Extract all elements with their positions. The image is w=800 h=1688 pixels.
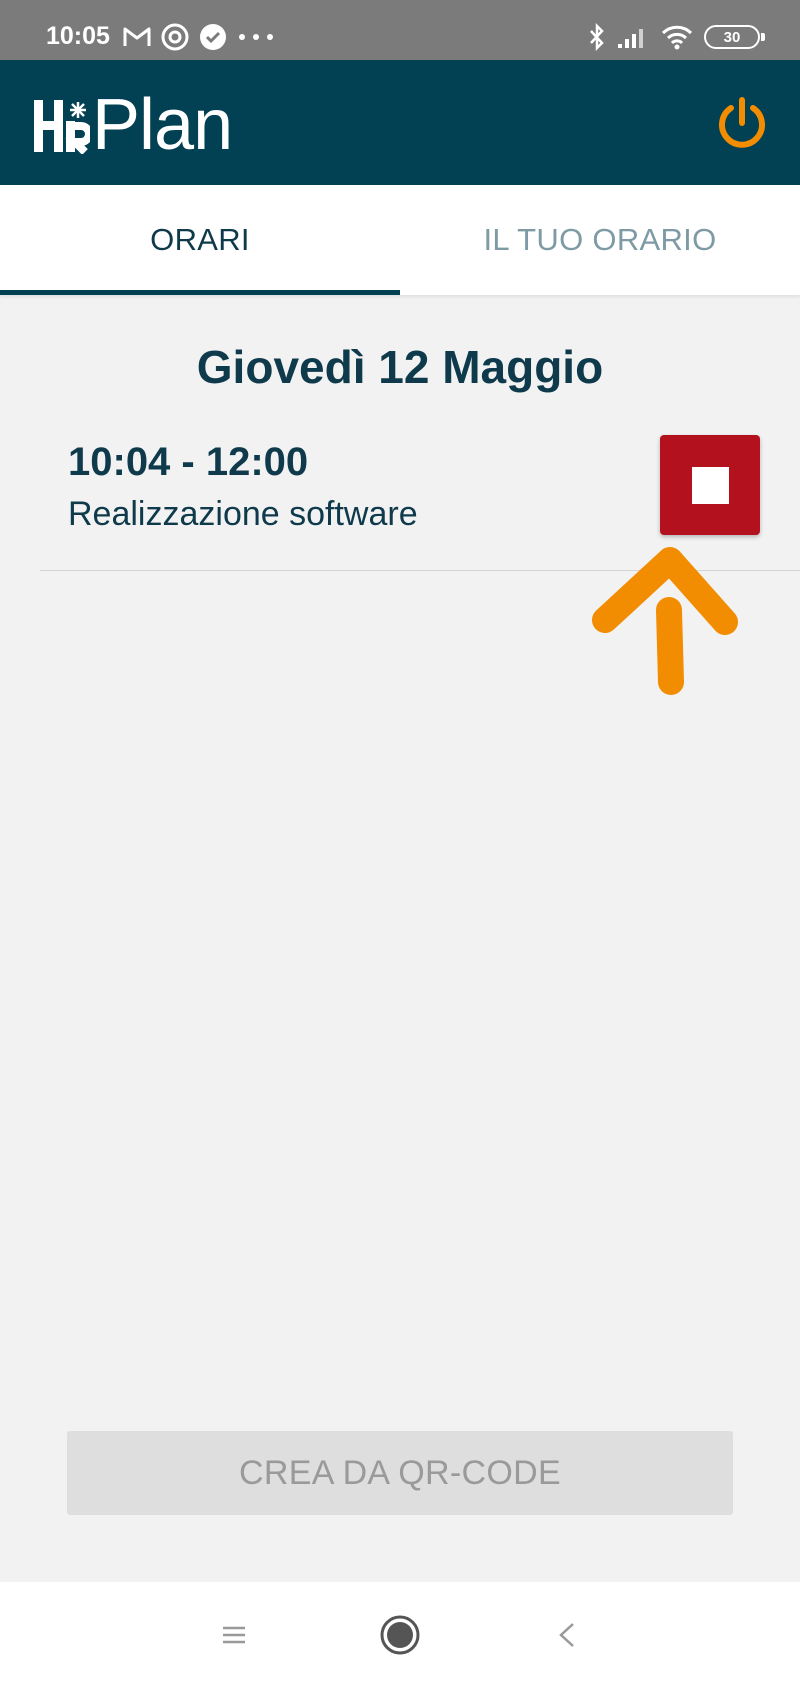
more-dots-icon <box>239 34 273 40</box>
create-from-qr-code-button[interactable]: CREA DA QR-CODE <box>67 1431 733 1515</box>
hrplan-logo: Plan <box>32 85 233 165</box>
entry-description: Realizzazione software <box>68 495 418 533</box>
power-button[interactable] <box>714 95 770 151</box>
arrow-up-icon <box>592 547 738 695</box>
battery-level: 30 <box>723 28 741 46</box>
tab-il-tuo-orario-label: IL TUO ORARIO <box>483 222 717 257</box>
tab-il-tuo-orario[interactable]: IL TUO ORARIO <box>400 185 800 295</box>
battery-indicator: 30 <box>704 25 765 49</box>
tab-orari[interactable]: ORARI <box>0 185 400 295</box>
stop-icon <box>691 466 729 504</box>
day-title: Giovedì 12 Maggio <box>196 341 604 393</box>
status-bar: 10:05 30 <box>0 0 800 60</box>
back-icon[interactable] <box>555 1616 579 1654</box>
gmail-icon <box>123 27 151 46</box>
sync-icon <box>161 23 189 51</box>
tab-bar: ORARI IL TUO ORARIO <box>0 185 800 295</box>
signal-icon <box>618 29 643 48</box>
app-bar: Plan <box>0 60 800 185</box>
entry-time: 10:04 - 12:00 <box>68 440 309 484</box>
hr-logo-mark-icon <box>34 100 90 154</box>
stop-button[interactable] <box>660 435 760 535</box>
wifi-icon <box>661 25 693 50</box>
create-from-qr-code-label: CREA DA QR-CODE <box>239 1453 561 1492</box>
status-left-icons <box>122 22 276 52</box>
status-right-icons: 30 <box>588 22 765 52</box>
system-nav-bar <box>0 1582 800 1688</box>
bluetooth-icon <box>590 23 604 51</box>
status-time: 10:05 <box>46 22 110 50</box>
verified-icon <box>200 24 226 50</box>
home-icon[interactable] <box>379 1614 421 1656</box>
logo-text: Plan <box>92 85 233 165</box>
tab-orari-label: ORARI <box>150 222 250 257</box>
menu-icon[interactable] <box>219 1616 249 1654</box>
power-icon <box>719 97 765 148</box>
